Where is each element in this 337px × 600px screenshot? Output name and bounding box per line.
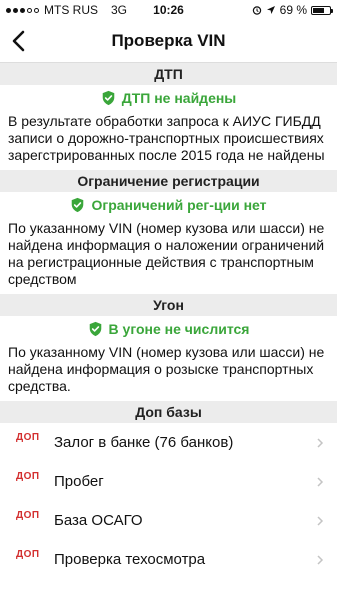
dop-badge: ДОП	[16, 549, 40, 560]
battery-icon	[311, 5, 333, 15]
section-header: ДТП	[0, 63, 337, 85]
status-time: 10:26	[153, 3, 184, 17]
section-registration-limits: Ограничение регистрации Ограничений рег-…	[0, 170, 337, 294]
shield-check-icon	[102, 90, 114, 106]
section-theft: Угон В угоне не числится По указанному V…	[0, 294, 337, 401]
status-bar-left: MTS RUS 3G	[6, 3, 127, 17]
dop-badge: ДОП	[16, 471, 40, 482]
status-bar-right: 69 %	[252, 3, 333, 17]
chevron-right-icon	[317, 437, 324, 448]
signal-icon	[6, 7, 39, 13]
section-header: Угон	[0, 294, 337, 316]
battery-percent: 69 %	[279, 3, 307, 17]
extra-item-bank-pledge[interactable]: ДОП Залог в банке (76 банков)	[0, 423, 337, 462]
list-item-label: Проверка техосмотра	[54, 551, 206, 568]
section-extra-databases: Доп базы ДОП Залог в банке (76 банков) Д…	[0, 401, 337, 579]
list-item-label: Залог в банке (76 банков)	[54, 434, 234, 451]
section-description: По указанному VIN (номер кузова или шасс…	[8, 220, 325, 287]
chevron-right-icon	[317, 476, 324, 487]
back-button[interactable]	[6, 28, 32, 54]
navigation-bar: Проверка VIN	[0, 20, 337, 63]
status-text: ДТП не найдены	[121, 90, 237, 106]
status-text: Ограничений рег-ции нет	[91, 197, 267, 213]
chevron-right-icon	[317, 554, 324, 565]
location-icon	[266, 6, 275, 14]
dop-badge: ДОП	[16, 432, 40, 443]
status-bar: MTS RUS 3G 10:26 69 %	[0, 0, 337, 20]
list-item-label: База ОСАГО	[54, 512, 143, 529]
dop-badge: ДОП	[16, 510, 40, 521]
shield-check-icon	[89, 321, 101, 337]
list-item-label: Пробег	[54, 473, 104, 490]
section-header: Доп базы	[0, 401, 337, 423]
section-dtp: ДТП ДТП не найдены В результате обработк…	[0, 63, 337, 170]
section-description: В результате обработки запроса к АИУС ГИ…	[8, 113, 325, 163]
alarm-icon	[252, 6, 261, 15]
extra-item-osago[interactable]: ДОП База ОСАГО	[0, 501, 337, 540]
carrier-name: MTS RUS	[44, 3, 98, 17]
chevron-right-icon	[317, 515, 324, 526]
status-ok: ДТП не найдены	[0, 85, 337, 111]
status-text: В угоне не числится	[108, 321, 250, 337]
page-title: Проверка VIN	[111, 31, 226, 50]
section-header: Ограничение регистрации	[0, 170, 337, 192]
chevron-left-icon	[12, 30, 25, 52]
extra-item-inspection[interactable]: ДОП Проверка техосмотра	[0, 540, 337, 579]
section-description: По указанному VIN (номер кузова или шасс…	[8, 344, 325, 394]
status-ok: Ограничений рег-ции нет	[0, 192, 337, 218]
network-type: 3G	[111, 3, 128, 17]
status-ok: В угоне не числится	[0, 316, 337, 342]
shield-check-icon	[72, 197, 84, 213]
extra-item-mileage[interactable]: ДОП Пробег	[0, 462, 337, 501]
